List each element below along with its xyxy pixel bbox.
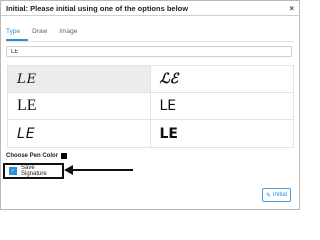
dialog-title: Initial: Please initial using one of the… [6, 3, 189, 13]
pen-icon: ✎ [265, 192, 271, 199]
save-signature-checkbox-row[interactable]: ✓ Save Signature [3, 163, 64, 179]
close-icon[interactable]: × [289, 4, 294, 13]
annotation-arrow-icon [64, 165, 133, 175]
tab-image[interactable]: Image [59, 28, 77, 37]
dialog-header: Initial: Please initial using one of the… [1, 1, 299, 16]
initial-option-style-4[interactable]: LE [150, 93, 293, 120]
initial-option-style-6[interactable]: LE [151, 120, 294, 147]
tabs-divider [6, 41, 294, 42]
initial-option-style-1[interactable]: LE [8, 66, 151, 93]
initials-input[interactable] [6, 46, 292, 57]
initial-submit-button[interactable]: ✎ Initial [262, 188, 291, 202]
initial-options-grid: LE ℒℰ LE LE LE LE [7, 65, 294, 148]
tab-draw[interactable]: Draw [32, 28, 47, 37]
initial-button-label: Initial [273, 192, 288, 198]
tab-bar: Type Draw Image [6, 28, 89, 37]
initial-dialog: Initial: Please initial using one of the… [0, 0, 300, 210]
initial-option-style-5[interactable]: LE [8, 120, 151, 147]
pen-color-row: Choose Pen Color [6, 153, 68, 159]
initial-option-style-3[interactable]: LE [8, 93, 151, 120]
pen-color-swatch[interactable] [61, 153, 68, 159]
save-signature-checkbox[interactable]: ✓ [9, 167, 17, 175]
pen-color-label: Choose Pen Color [6, 153, 59, 159]
initial-option-style-2[interactable]: ℒℰ [150, 66, 293, 93]
save-signature-label: Save Signature [21, 165, 47, 177]
tab-type[interactable]: Type [6, 28, 20, 37]
